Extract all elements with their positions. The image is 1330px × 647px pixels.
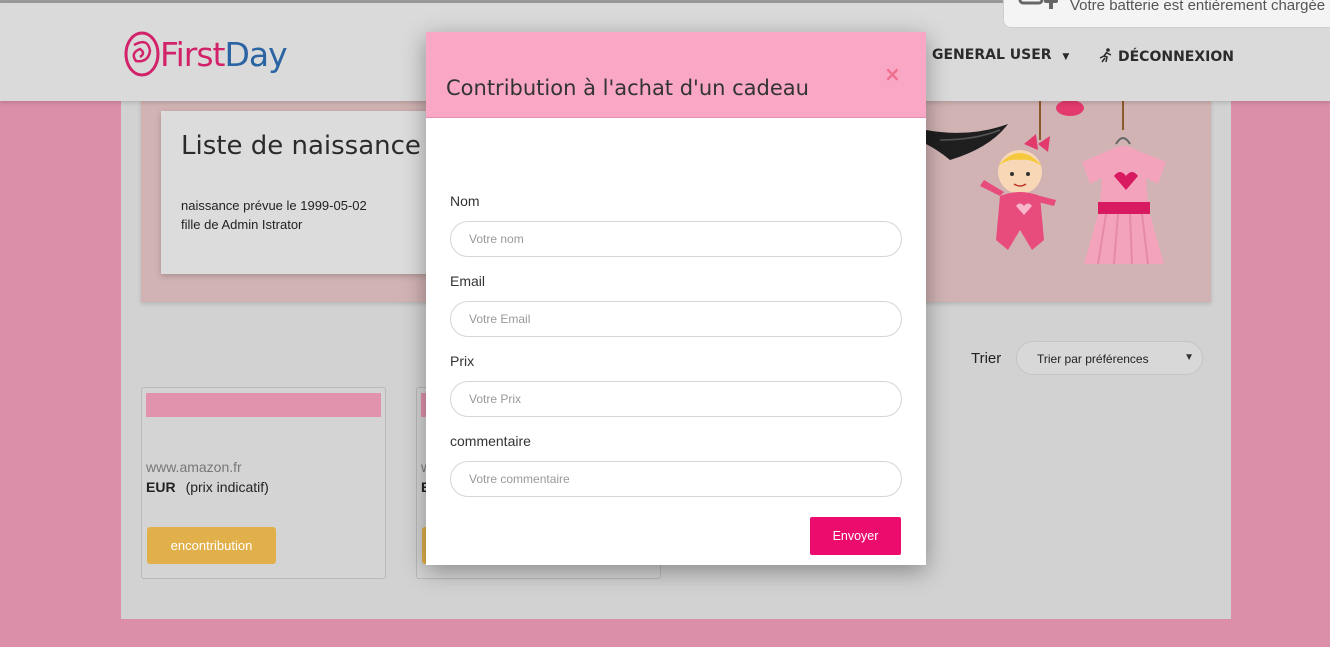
- logout-link[interactable]: DÉCONNEXION: [1098, 47, 1234, 65]
- comment-field[interactable]: [450, 461, 902, 497]
- product-image-placeholder: [146, 393, 381, 417]
- list-title: Liste de naissance de: [181, 131, 462, 161]
- product-site[interactable]: www.amazon.fr: [146, 459, 242, 475]
- user-menu-label: GENERAL USER: [932, 47, 1052, 63]
- contribution-modal: Contribution à l'achat d'un cadeau × Nom…: [426, 32, 926, 565]
- parents-text: fille de Admin Istrator: [181, 217, 303, 232]
- logo-text-first: First: [160, 34, 225, 74]
- caret-down-icon: ▼: [1062, 52, 1070, 62]
- product-card: www.amazon.fr EUR (prix indicatif) encont…: [141, 387, 386, 579]
- comment-label: commentaire: [450, 433, 531, 449]
- product-price: EUR (prix indicatif): [146, 479, 269, 495]
- product-currency: EUR: [146, 479, 176, 495]
- price-field[interactable]: [450, 381, 902, 417]
- sort-selected-value: Trier par préférences: [1037, 352, 1149, 366]
- firstday-logo[interactable]: First Day: [124, 31, 288, 77]
- product-price-note: (prix indicatif): [185, 479, 269, 495]
- modal-title: Contribution à l'achat d'un cadeau: [446, 76, 809, 100]
- contribution-button[interactable]: encontribution: [147, 527, 276, 564]
- logout-label: DÉCONNEXION: [1118, 49, 1234, 65]
- name-label: Nom: [450, 193, 480, 209]
- email-field[interactable]: [450, 301, 902, 337]
- hero-info-card: Liste de naissance de naissance prévue l…: [161, 111, 462, 274]
- name-field[interactable]: [450, 221, 902, 257]
- send-button[interactable]: Envoyer: [810, 517, 901, 555]
- close-icon[interactable]: ×: [884, 62, 901, 86]
- notification-text: Votre batterie est entièrement chargée: [1070, 0, 1326, 14]
- battery-notification[interactable]: Votre batterie est entièrement chargée: [1003, 0, 1330, 28]
- battery-plug-icon: [1018, 0, 1058, 9]
- baby-illustration: [926, 100, 1166, 265]
- rose-logo-icon: [124, 31, 160, 77]
- sort-label: Trier: [971, 350, 1002, 367]
- modal-header: Contribution à l'achat d'un cadeau ×: [426, 32, 926, 118]
- user-menu[interactable]: GENERAL USER ▼: [932, 47, 1069, 63]
- sort-select[interactable]: Trier par préférences ▼: [1016, 341, 1203, 375]
- running-person-icon: [1099, 48, 1112, 63]
- logo-text-day: Day: [224, 34, 287, 74]
- due-date-text: naissance prévue le 1999-05-02: [181, 198, 367, 213]
- email-label: Email: [450, 273, 486, 289]
- price-label: Prix: [450, 353, 475, 369]
- caret-down-icon: ▼: [1184, 352, 1194, 363]
